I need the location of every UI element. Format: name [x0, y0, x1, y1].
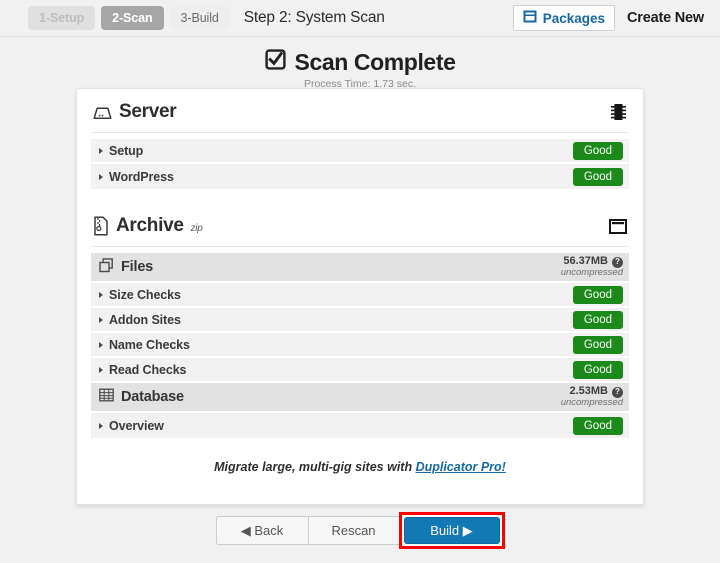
- table-row[interactable]: Addon Sites Good: [91, 308, 629, 333]
- row-label: Name Checks: [109, 338, 190, 352]
- step-wizard: 1-Setup 2-Scan 3-Build: [28, 6, 230, 30]
- database-grid-icon: [99, 388, 114, 406]
- status-badge: Good: [573, 286, 623, 304]
- row-label: Addon Sites: [109, 313, 181, 327]
- table-row[interactable]: Overview Good: [91, 413, 629, 438]
- top-navigation-bar: 1-Setup 2-Scan 3-Build Step 2: System Sc…: [0, 0, 720, 37]
- packages-label: Packages: [543, 11, 605, 26]
- archive-format-superscript: zip: [191, 223, 203, 234]
- server-rows: Setup Good WordPress Good: [91, 139, 629, 189]
- question-mark-icon[interactable]: ?: [612, 257, 623, 268]
- table-row[interactable]: WordPress Good: [91, 164, 629, 189]
- server-section-header: Server: [91, 89, 629, 133]
- files-size-note: uncompressed: [561, 268, 623, 278]
- files-copy-icon: [99, 258, 114, 277]
- table-row[interactable]: Name Checks Good: [91, 333, 629, 358]
- table-row[interactable]: Setup Good: [91, 139, 629, 164]
- row-label: Overview: [109, 419, 164, 433]
- files-group-title: Files: [99, 258, 153, 277]
- archive-file-icon: [93, 216, 109, 236]
- status-badge: Good: [573, 142, 623, 160]
- status-badge: Good: [573, 311, 623, 329]
- files-group-header[interactable]: Files 56.37MB ? uncompressed: [91, 253, 629, 283]
- checkbox-checked-icon: [265, 49, 286, 76]
- scan-title-row: Scan Complete: [265, 49, 456, 76]
- build-button[interactable]: Build ▶: [404, 517, 500, 544]
- database-size-note: uncompressed: [561, 398, 623, 408]
- row-label: WordPress: [109, 170, 174, 184]
- scan-status-header: Scan Complete Process Time: 1.73 sec.: [0, 37, 720, 90]
- row-label: Read Checks: [109, 363, 186, 377]
- status-badge: Good: [573, 361, 623, 379]
- database-size-meta: 2.53MB ? uncompressed: [561, 386, 623, 408]
- table-row[interactable]: Read Checks Good: [91, 358, 629, 383]
- status-badge: Good: [573, 336, 623, 354]
- server-icon: [93, 105, 112, 120]
- row-label: Size Checks: [109, 288, 181, 302]
- archive-section-title: Archive zip: [93, 215, 203, 237]
- step-3-build[interactable]: 3-Build: [170, 6, 230, 30]
- archive-rows: Files 56.37MB ? uncompressed Size Checks…: [91, 253, 629, 438]
- scan-results-card: Server Setup Good WordPress Good: [76, 88, 644, 505]
- create-new-button[interactable]: Create New: [627, 10, 704, 26]
- scan-title-text: Scan Complete: [295, 49, 456, 76]
- server-title-text: Server: [119, 101, 176, 123]
- package-box-icon: [523, 10, 537, 26]
- window-box-icon[interactable]: [609, 219, 627, 234]
- chevron-right-icon: [99, 148, 103, 154]
- chevron-right-icon: [99, 174, 103, 180]
- chevron-right-icon: [99, 292, 103, 298]
- status-badge: Good: [573, 417, 623, 435]
- files-size-meta: 56.37MB ? uncompressed: [561, 256, 623, 278]
- archive-title-text: Archive: [116, 215, 184, 237]
- duplicator-pro-link[interactable]: Duplicator Pro!: [416, 460, 506, 474]
- database-group-title: Database: [99, 388, 184, 406]
- microchip-icon[interactable]: [610, 102, 627, 122]
- archive-section-header: Archive zip: [91, 203, 629, 247]
- question-mark-icon[interactable]: ?: [612, 387, 623, 398]
- database-group-header[interactable]: Database 2.53MB ? uncompressed: [91, 383, 629, 413]
- page-title: Step 2: System Scan: [244, 9, 385, 27]
- chevron-right-icon: [99, 423, 103, 429]
- wizard-footer: ◀ Back Rescan Build ▶: [0, 512, 720, 549]
- promo-text: Migrate large, multi-gig sites with: [214, 460, 415, 474]
- server-section-title: Server: [93, 101, 176, 123]
- topbar-actions: Packages Create New: [513, 5, 704, 31]
- files-title-text: Files: [121, 259, 153, 275]
- step-1-setup[interactable]: 1-Setup: [28, 6, 95, 30]
- rescan-button[interactable]: Rescan: [308, 516, 400, 545]
- back-button[interactable]: ◀ Back: [216, 516, 308, 545]
- packages-button[interactable]: Packages: [513, 5, 615, 31]
- step-2-scan[interactable]: 2-Scan: [101, 6, 163, 30]
- row-label: Setup: [109, 144, 143, 158]
- chevron-right-icon: [99, 367, 103, 373]
- status-badge: Good: [573, 168, 623, 186]
- promo-banner: Migrate large, multi-gig sites with Dupl…: [91, 438, 629, 504]
- build-button-highlight: Build ▶: [399, 512, 505, 549]
- database-title-text: Database: [121, 389, 184, 405]
- chevron-right-icon: [99, 342, 103, 348]
- chevron-right-icon: [99, 317, 103, 323]
- table-row[interactable]: Size Checks Good: [91, 283, 629, 308]
